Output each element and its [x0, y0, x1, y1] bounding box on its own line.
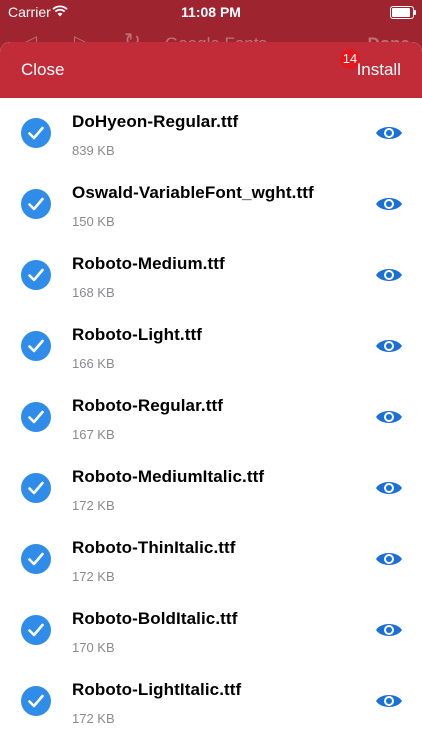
eye-icon[interactable]: [375, 479, 403, 497]
file-row[interactable]: Roboto-Light.ttf 166 KB: [0, 311, 422, 382]
file-size: 167 KB: [72, 427, 115, 442]
file-size: 150 KB: [72, 214, 115, 229]
file-size: 172 KB: [72, 498, 115, 513]
checkmark-circle-icon[interactable]: [21, 260, 51, 290]
file-row[interactable]: Roboto-LightItalic.ttf 172 KB: [0, 666, 422, 737]
file-name: DoHyeon-Regular.ttf: [72, 112, 239, 131]
file-size: 170 KB: [72, 640, 115, 655]
file-name: Roboto-Regular.ttf: [72, 396, 223, 415]
file-size: 172 KB: [72, 569, 115, 584]
clock: 11:08 PM: [181, 4, 241, 20]
file-name: Roboto-MediumItalic.ttf: [72, 467, 265, 486]
eye-icon[interactable]: [375, 195, 403, 213]
file-size: 166 KB: [72, 356, 115, 371]
file-name: Roboto-ThinItalic.ttf: [72, 538, 236, 557]
install-sheet: Close 14 Install DoHyeon-Regular.ttf 839…: [0, 42, 422, 750]
eye-icon[interactable]: [375, 124, 403, 142]
battery-icon: [390, 6, 416, 19]
eye-icon[interactable]: [375, 266, 403, 284]
eye-icon[interactable]: [375, 408, 403, 426]
checkmark-circle-icon[interactable]: [21, 331, 51, 361]
file-size: 168 KB: [72, 285, 115, 300]
checkmark-circle-icon[interactable]: [21, 544, 51, 574]
file-name: Roboto-BoldItalic.ttf: [72, 609, 238, 628]
file-row[interactable]: Roboto-Regular.ttf 167 KB: [0, 382, 422, 453]
eye-icon[interactable]: [375, 337, 403, 355]
status-bar: Carrier 11:08 PM: [0, 0, 422, 24]
file-row[interactable]: Roboto-Medium.ttf 168 KB: [0, 240, 422, 311]
checkmark-circle-icon[interactable]: [21, 402, 51, 432]
eye-icon[interactable]: [375, 550, 403, 568]
close-button[interactable]: Close: [21, 60, 64, 80]
file-row[interactable]: Roboto-ThinItalic.ttf 172 KB: [0, 524, 422, 595]
file-row[interactable]: Oswald-VariableFont_wght.ttf 150 KB: [0, 169, 422, 240]
install-button[interactable]: Install: [357, 60, 401, 80]
file-row[interactable]: DoHyeon-Regular.ttf 839 KB: [0, 98, 422, 169]
file-list: DoHyeon-Regular.ttf 839 KB Oswald-Variab…: [0, 98, 422, 737]
checkmark-circle-icon[interactable]: [21, 686, 51, 716]
file-name: Roboto-Medium.ttf: [72, 254, 225, 273]
eye-icon[interactable]: [375, 621, 403, 639]
checkmark-circle-icon[interactable]: [21, 118, 51, 148]
file-size: 172 KB: [72, 711, 115, 726]
file-row[interactable]: Roboto-BoldItalic.ttf 170 KB: [0, 595, 422, 666]
file-row[interactable]: Roboto-MediumItalic.ttf 172 KB: [0, 453, 422, 524]
checkmark-circle-icon[interactable]: [21, 473, 51, 503]
file-size: 839 KB: [72, 143, 115, 158]
checkmark-circle-icon[interactable]: [21, 615, 51, 645]
eye-icon[interactable]: [375, 692, 403, 710]
checkmark-circle-icon[interactable]: [21, 189, 51, 219]
sheet-header: Close 14 Install: [0, 42, 422, 98]
file-name: Roboto-Light.ttf: [72, 325, 202, 344]
file-name: Roboto-LightItalic.ttf: [72, 680, 242, 699]
file-name: Oswald-VariableFont_wght.ttf: [72, 183, 314, 202]
